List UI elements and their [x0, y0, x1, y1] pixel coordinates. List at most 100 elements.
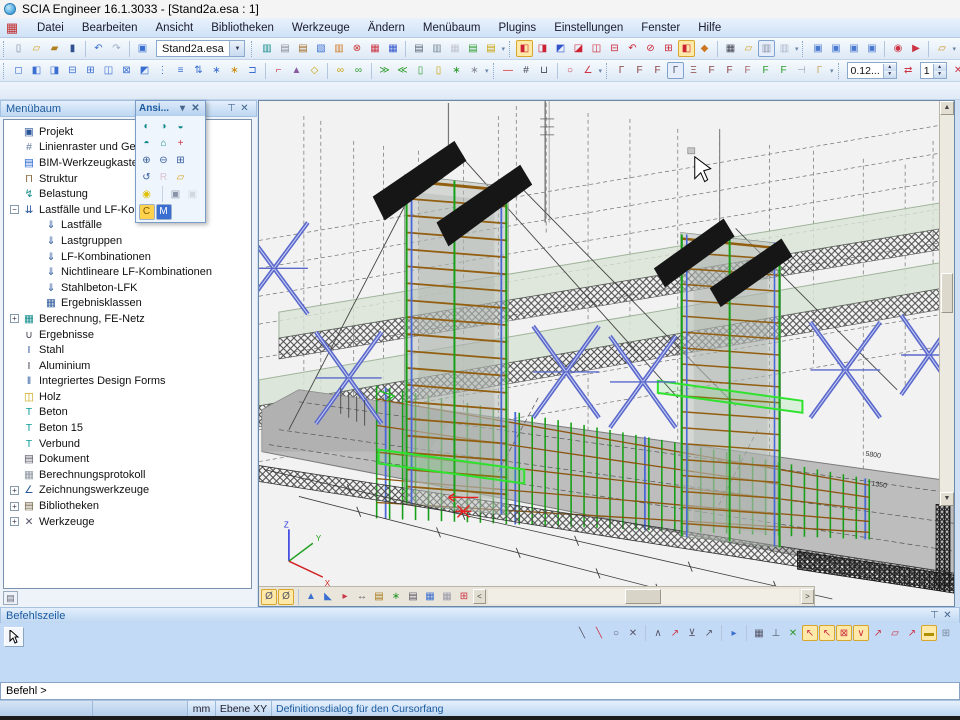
filter-active-icon[interactable]: ◧	[678, 40, 695, 57]
tree-item-berechnungsprotokoll[interactable]: ▦Berechnungsprotokoll	[4, 467, 251, 483]
menu-ansicht[interactable]: Ansicht	[146, 20, 202, 36]
window-vertical-icon[interactable]: ▣	[863, 40, 880, 57]
filter-remove-icon[interactable]: ⊟	[606, 40, 623, 57]
column-tool-icon[interactable]: ◨	[46, 62, 63, 79]
new-document-icon[interactable]: ▯	[10, 40, 27, 57]
snap-gray-icon[interactable]: ∗	[466, 62, 483, 79]
snap-dotgrid-icon[interactable]: ▦	[751, 625, 767, 641]
grid-icon[interactable]: #	[518, 62, 535, 79]
collapse-icon[interactable]: −	[10, 205, 19, 214]
toolbar-overflow-icon[interactable]: ▾	[794, 45, 801, 53]
opening-tool-icon[interactable]: ◫	[100, 62, 117, 79]
view-rotate-y-icon[interactable]: ◑	[156, 119, 172, 135]
close-icon[interactable]: ✕	[189, 103, 202, 114]
filter-add-icon[interactable]: ⊞	[660, 40, 677, 57]
menu-plugins[interactable]: Plugins	[489, 20, 545, 36]
dimension-end-icon[interactable]: ⊣	[793, 62, 810, 79]
filter-support-icon[interactable]: ◪	[570, 40, 587, 57]
chevron-down-icon[interactable]: ▼	[229, 41, 244, 56]
view-grid-red-icon[interactable]: ⊞	[456, 589, 472, 605]
menu-fenster[interactable]: Fenster	[632, 20, 689, 36]
3d-viewport[interactable]: 5800 1350 Z Y X ▲	[258, 100, 955, 607]
view-basket-icon[interactable]: ▤	[371, 589, 387, 605]
tree-item-holz[interactable]: ◫Holz	[4, 389, 251, 405]
command-prompt[interactable]: Befehl >	[0, 682, 960, 700]
reverse-tool-icon[interactable]: ⇅	[190, 62, 207, 79]
redo-icon[interactable]: ↷	[108, 40, 125, 57]
view-flag-icon[interactable]: ▸	[337, 589, 353, 605]
calculator-icon[interactable]: ▦	[446, 40, 463, 57]
toolbar-overflow-icon[interactable]: ▾	[951, 45, 958, 53]
camera-off-icon[interactable]: ▣	[185, 187, 201, 203]
spinner-arrows[interactable]: ▲▼	[933, 64, 946, 78]
view-table-blue-icon[interactable]: ▦	[422, 589, 438, 605]
menu-tree-header[interactable]: Menübaum ⊤ ✕	[0, 100, 257, 117]
printer-icon[interactable]: ▤	[410, 40, 427, 57]
camera-icon[interactable]: ▣	[168, 187, 184, 203]
screen-icon[interactable]: ▦	[722, 40, 739, 57]
hide-wireframe-icon[interactable]: Ø	[261, 589, 277, 605]
window-icon[interactable]: ▣	[134, 40, 151, 57]
snap-table-icon[interactable]: ⊞	[938, 625, 954, 641]
dimension-f2-icon[interactable]: F	[649, 62, 666, 79]
view-book-icon[interactable]: ▤	[405, 589, 421, 605]
select-cursor-button[interactable]	[4, 627, 24, 647]
snap-surface-icon[interactable]: ▱	[887, 625, 903, 641]
snap-green-icon[interactable]: ∗	[448, 62, 465, 79]
toolbar-grip[interactable]	[493, 63, 496, 79]
menu-ndern[interactable]: Ändern	[359, 20, 414, 36]
snap-ruler-icon[interactable]: ▬	[921, 625, 937, 641]
filter-slab-icon[interactable]: ◩	[552, 40, 569, 57]
tree-item-dokument[interactable]: ▤Dokument	[4, 451, 251, 467]
circle-icon[interactable]: ○	[562, 62, 579, 79]
dimension-last-icon[interactable]: Γ	[811, 62, 828, 79]
filter-clear-icon[interactable]: ⊘	[642, 40, 659, 57]
tree-item-ergebnisse[interactable]: ∪Ergebnisse	[4, 327, 251, 343]
tree-item-projekt[interactable]: ▣Projekt	[4, 124, 251, 140]
zoom-in-icon[interactable]: ⊕	[139, 153, 155, 169]
expand-icon[interactable]: +	[10, 486, 19, 495]
table-red-icon[interactable]: ▦	[366, 40, 383, 57]
scroll-left-arrow[interactable]: <	[473, 589, 486, 604]
menu-bearbeiten[interactable]: Bearbeiten	[73, 20, 147, 36]
tree-item-beton[interactable]: TBeton	[4, 405, 251, 421]
units-icon[interactable]: ▥	[258, 40, 275, 57]
panel-tab-icon[interactable]: ▤	[3, 591, 18, 605]
dimension-f1-icon[interactable]: F	[631, 62, 648, 79]
delete-tool-icon[interactable]: ⊠	[118, 62, 135, 79]
filter-previous-icon[interactable]: ↶	[624, 40, 641, 57]
layers-icon[interactable]: ▤	[276, 40, 293, 57]
view-axo-icon[interactable]: ◓	[139, 136, 155, 152]
snap-perp-icon[interactable]: ⊻	[684, 625, 700, 641]
toolbar-overflow-icon[interactable]: ▾	[500, 45, 507, 53]
pin-icon[interactable]: ⊤	[928, 610, 941, 621]
fly-mode-icon[interactable]: ▶	[907, 40, 924, 57]
snap-angle-icon[interactable]: ∧	[650, 625, 666, 641]
close-icon[interactable]: ✕	[941, 610, 954, 621]
tree-item-linienraster-und-geschosse[interactable]: #Linienraster und Geschosse	[4, 140, 251, 156]
open-view-icon[interactable]: ▱	[740, 40, 757, 57]
pin-icon[interactable]: ⊤	[225, 103, 238, 114]
hinge-icon[interactable]: ⌐	[270, 62, 287, 79]
cut-icon[interactable]: ✕	[950, 62, 960, 79]
tree-item-ergebnisklassen[interactable]: ▦Ergebnisklassen	[4, 296, 251, 312]
explode-tool-icon[interactable]: ∗	[226, 62, 243, 79]
toolbar-grip[interactable]	[802, 41, 805, 57]
snap-arc-icon[interactable]: ↗	[870, 625, 886, 641]
render-icon[interactable]: ◉	[889, 40, 906, 57]
rib-tool-icon[interactable]: ◩	[136, 62, 153, 79]
view-table-gray-icon[interactable]: ▦	[439, 589, 455, 605]
view-state2-icon[interactable]: ▥	[776, 40, 793, 57]
tree-item-nichtlineare-lf-kombinationen[interactable]: ⇓Nichtlineare LF-Kombinationen	[4, 264, 251, 280]
scroll-right-arrow[interactable]: >	[801, 589, 814, 604]
snap-direction-icon[interactable]: ↗	[667, 625, 683, 641]
tree-item-lastf-lle-und-lf-kombinationen[interactable]: −⇊Lastfälle und LF-Kombinationen	[4, 202, 251, 218]
spinner-arrows[interactable]: ▲▼	[883, 64, 896, 78]
snap-step-spinner[interactable]: 0.12... ▲▼	[847, 62, 897, 79]
print-preview-icon[interactable]: ▥	[428, 40, 445, 57]
view-palette-header[interactable]: Ansi... ▾ ✕	[136, 101, 205, 116]
dimension-f5-icon[interactable]: F	[739, 62, 756, 79]
dimension-active-icon[interactable]: Γ	[667, 62, 684, 79]
vertical-scrollbar[interactable]: ▲ ▼	[939, 101, 954, 506]
menu-men-baum[interactable]: Menübaum	[414, 20, 490, 36]
